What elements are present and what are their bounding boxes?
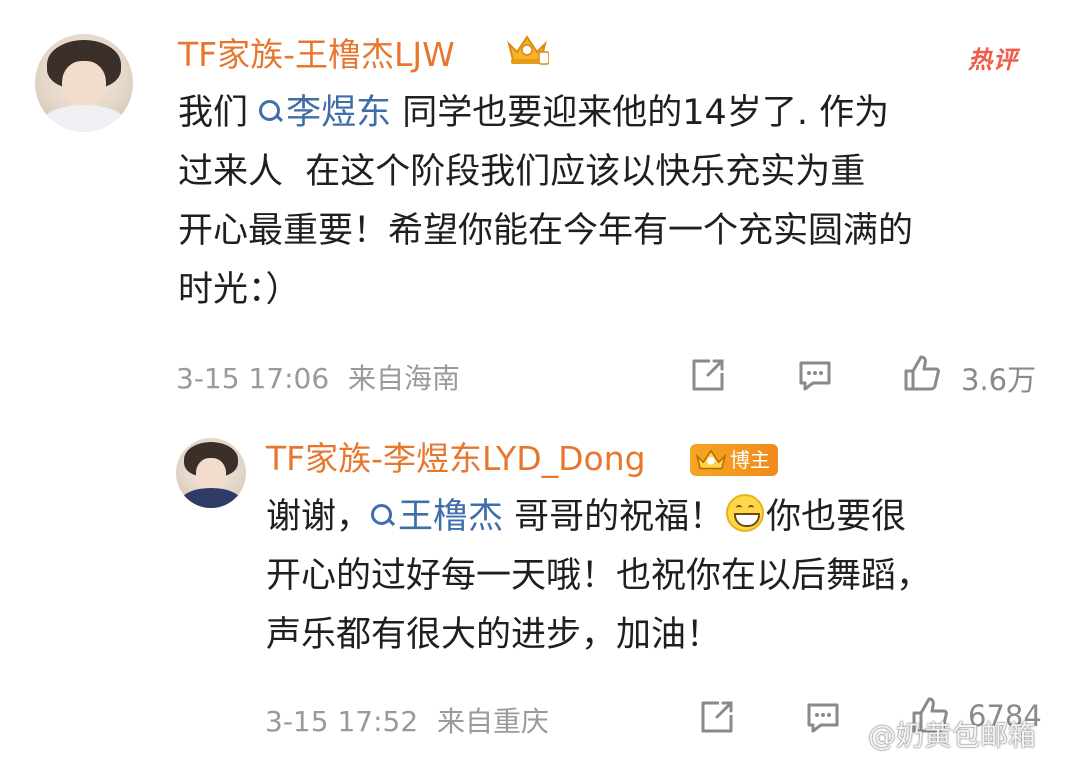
- comment-thread: TF家族-王橹杰LJW 热评 我们 李煜东 同学也要迎来他的14岁了. 作为 过…: [0, 0, 1080, 758]
- comment-location: 来自海南: [348, 362, 461, 395]
- reply-line-2: 开心的过好每一天哦！也祝你在以后舞蹈，: [266, 556, 932, 596]
- reply-line-3: 声乐都有很大的进步，加油！: [266, 615, 722, 655]
- reply-meta: 3-15 17:52 来自重庆: [265, 700, 549, 740]
- like-count: 3.6万: [961, 363, 1037, 397]
- comment-line-4: 时光：）: [178, 270, 301, 310]
- comment-line-3: 开心最重要！希望你能在今年有一个充实圆满的: [178, 211, 914, 251]
- hot-comment-tag: 热评: [968, 46, 1018, 74]
- comment-line-1: 我们 李煜东 同学也要迎来他的14岁了. 作为: [178, 93, 890, 133]
- blogger-badge-label: 博主: [730, 448, 770, 472]
- reply-location: 来自重庆: [437, 705, 550, 738]
- watermark: @奶黄包邮箱: [868, 719, 1037, 752]
- search-icon: [371, 504, 393, 525]
- comment-line-2: 过来人 在这个阶段我们应该以快乐充实为重: [178, 152, 866, 192]
- like-icon[interactable]: [902, 353, 942, 393]
- comment-icon[interactable]: [803, 697, 843, 737]
- comment-meta: 3-15 17:06 来自海南: [176, 357, 460, 397]
- emoji-grin-icon: [726, 494, 765, 532]
- reply-text: 谢谢， 王橹杰 哥哥的祝福！ 你也要很 开心的过好每一天哦！也祝你在以后舞蹈， 声乐…: [266, 488, 1066, 665]
- search-icon: [259, 100, 281, 121]
- comment-icon[interactable]: [795, 355, 835, 395]
- reply-avatar[interactable]: [176, 438, 246, 508]
- mention-link[interactable]: 李煜东: [259, 93, 391, 133]
- reply-username[interactable]: TF家族-李煜东LYD_Dong: [266, 442, 646, 475]
- reply-line-1: 谢谢， 王橹杰 哥哥的祝福！ 你也要很: [266, 488, 1066, 547]
- comment-text: 我们 李煜东 同学也要迎来他的14岁了. 作为 过来人 在这个阶段我们应该以快乐…: [178, 84, 1058, 320]
- reply-time: 3-15 17:52: [265, 705, 419, 738]
- mention-link[interactable]: 王橹杰: [371, 497, 503, 537]
- share-icon[interactable]: [697, 697, 737, 737]
- comment-username[interactable]: TF家族-王橹杰LJW: [178, 38, 455, 71]
- crown-icon: [507, 35, 549, 65]
- crown-icon: [695, 449, 727, 470]
- avatar[interactable]: [35, 34, 133, 132]
- comment-time: 3-15 17:06: [176, 362, 330, 395]
- blogger-badge: 博主: [690, 444, 778, 476]
- share-icon[interactable]: [688, 355, 728, 395]
